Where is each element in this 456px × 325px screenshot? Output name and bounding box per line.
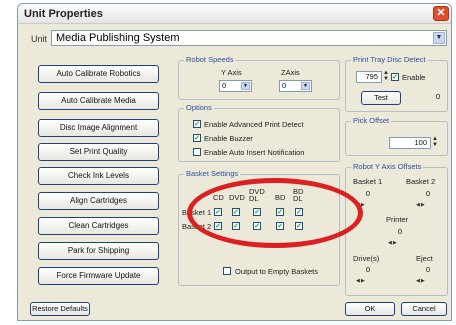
pick-offset-group: Pick Offset 100 ▲ ▼ [345,116,448,156]
print-tray-enable-checkbox[interactable]: ✓ [391,73,399,81]
chevron-down-icon[interactable]: ▼ [433,32,445,44]
advanced-print-detect-label: Enable Advanced Print Detect [204,120,304,129]
basket2-row-label: Basket 2 [182,222,212,231]
offset-eject-label: Eject [416,254,433,263]
basket2-bd-dl-checkbox[interactable]: ✓ [295,222,303,230]
output-to-empty-baskets-checkbox[interactable] [223,267,231,275]
column-cd: CD [213,193,224,202]
spinner-arrows-icon[interactable]: ▲ ▼ [432,136,438,148]
robot-speeds-legend: Robot Speeds [184,55,236,64]
spinner-arrows-icon[interactable]: ◀▶ [356,278,366,284]
cancel-button[interactable]: Cancel [401,302,447,316]
disc-image-alignment-button[interactable]: Disc Image Alignment [38,119,159,137]
basket2-dvd-checkbox[interactable]: ✓ [232,222,240,230]
offset-eject-value[interactable]: 0 [412,264,434,276]
basket1-bd-checkbox[interactable]: ✓ [276,208,284,216]
align-cartridges-button[interactable]: Align Cartridges [38,192,159,210]
offset-basket2-label: Basket 2 [406,177,436,186]
basket1-cd-checkbox[interactable]: ✓ [214,208,222,216]
clean-cartridges-button[interactable]: Clean Cartridges [38,217,159,235]
chevron-down-icon[interactable]: ▼ [241,82,250,90]
ok-button[interactable]: OK [345,302,395,316]
options-legend: Options [184,103,214,112]
spinner-arrows-icon[interactable]: ◀▶ [416,202,426,208]
basket1-row-label: Basket 1 [182,208,212,217]
unit-properties-dialog: Unit Properties ✕ Unit Media Publishing … [17,3,452,321]
basket1-dvd-dl-checkbox[interactable]: ✓ [253,208,261,216]
force-firmware-update-button[interactable]: Force Firmware Update [38,267,159,285]
unit-select-value: Media Publishing System [56,32,180,44]
column-bd-dl: BD DL [293,187,304,203]
spinner-arrows-icon[interactable]: ◀▶ [356,202,366,208]
offset-printer-value[interactable]: 0 [384,226,406,238]
restore-defaults-button[interactable]: Restore Defaults [30,302,90,316]
unit-select[interactable]: Media Publishing System ▼ [51,30,447,46]
print-tray-legend: Print Tray Disc Detect [351,55,428,64]
test-button[interactable]: Test [361,91,401,105]
dialog-title: Unit Properties [24,8,103,20]
basket1-bd-dl-checkbox[interactable]: ✓ [295,208,303,216]
z-axis-speed-select[interactable]: 0 ▼ [279,80,312,92]
column-dvd: DVD [229,193,245,202]
z-axis-label: ZAxis [281,68,300,77]
column-dvd-dl: DVD DL [249,187,265,203]
auto-calibrate-media-button[interactable]: Auto Calibrate Media [38,92,159,110]
basket-settings-group: Basket Settings CD DVD DVD DL BD BD DL B… [178,169,340,286]
print-tray-value-field[interactable]: 795 [356,71,382,83]
y-axis-speed-value: 0 [222,81,227,90]
offset-drives-value[interactable]: 0 [352,264,374,276]
basket2-dvd-dl-checkbox[interactable]: ✓ [253,222,261,230]
print-tray-disc-detect-group: Print Tray Disc Detect 795 ▲ ▼ ✓ Enable T… [345,55,448,112]
auto-insert-notification-checkbox[interactable] [193,148,201,156]
chevron-down-icon[interactable]: ▼ [301,82,310,90]
spinner-arrows-icon[interactable]: ◀▶ [388,240,398,246]
buzzer-label: Enable Buzzer [204,134,253,143]
pick-offset-value-field[interactable]: 100 [389,137,431,149]
y-axis-label: Y Axis [221,68,242,77]
z-axis-speed-value: 0 [282,81,287,90]
robot-y-axis-offsets-group: Robot Y Axis Offsets Basket 1 Basket 2 0… [345,162,448,296]
test-result-value: 0 [408,91,444,103]
offset-printer-label: Printer [386,215,409,224]
close-icon[interactable]: ✕ [433,6,449,21]
robot-speeds-group: Robot Speeds Y Axis ZAxis 0 ▼ 0 ▼ [178,55,340,100]
unit-label: Unit [31,34,48,44]
basket1-dvd-checkbox[interactable]: ✓ [232,208,240,216]
y-axis-speed-select[interactable]: 0 ▼ [219,80,252,92]
set-print-quality-button[interactable]: Set Print Quality [38,143,159,161]
spinner-arrows-icon[interactable]: ◀▶ [416,278,426,284]
offset-basket1-value[interactable]: 0 [352,188,374,200]
basket2-bd-checkbox[interactable]: ✓ [276,222,284,230]
column-bd: BD [275,193,286,202]
check-ink-levels-button[interactable]: Check Ink Levels [38,167,159,185]
pick-offset-legend: Pick Offset [351,116,392,125]
advanced-print-detect-checkbox[interactable]: ✓ [193,120,201,128]
print-tray-enable-label: Enable [402,73,426,82]
buzzer-checkbox[interactable]: ✓ [193,134,201,142]
auto-insert-notification-label: Enable Auto Insert Notification [204,148,305,157]
robot-y-offsets-legend: Robot Y Axis Offsets [351,162,424,171]
offset-basket2-value[interactable]: 0 [412,188,434,200]
auto-calibrate-robotics-button[interactable]: Auto Calibrate Robotics [38,65,159,83]
offset-basket1-label: Basket 1 [353,177,383,186]
basket-settings-legend: Basket Settings [184,169,241,178]
park-for-shipping-button[interactable]: Park for Shipping [38,242,159,260]
title-bar: Unit Properties ✕ [18,4,451,24]
basket2-cd-checkbox[interactable]: ✓ [214,222,222,230]
options-group: Options ✓ Enable Advanced Print Detect ✓… [178,103,340,162]
offset-drives-label: Drive(s) [353,254,380,263]
output-to-empty-baskets-label: Output to Empty Baskets [235,267,318,276]
spinner-arrows-icon[interactable]: ▲ ▼ [383,70,389,82]
